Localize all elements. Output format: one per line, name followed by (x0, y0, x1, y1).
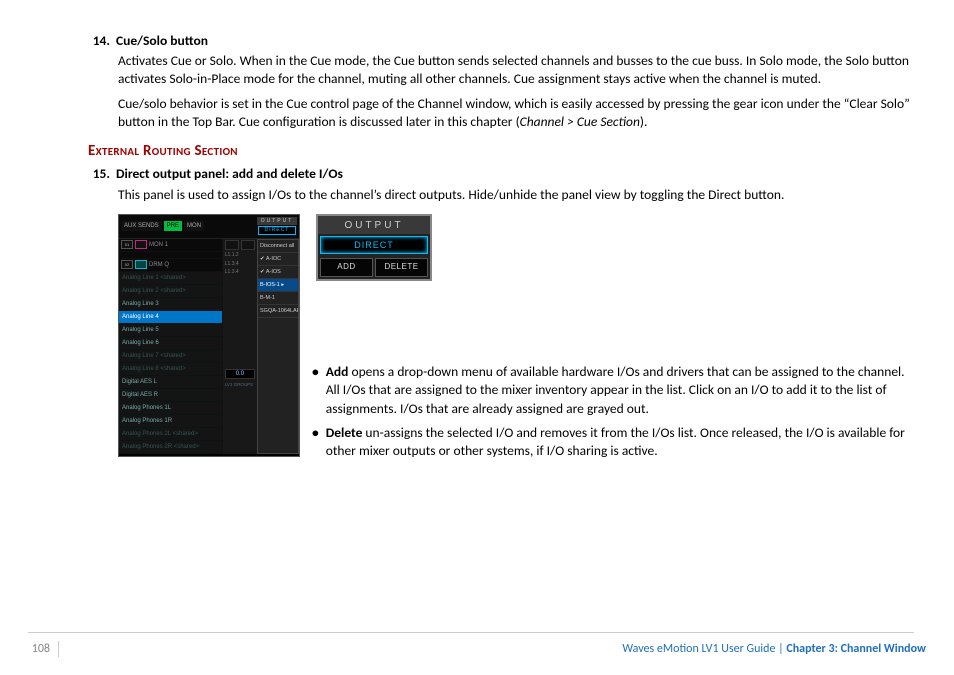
item15-number: 15. (88, 165, 110, 183)
io-dropdown-item[interactable]: Digital AES L (119, 376, 222, 389)
io-dropdown-item[interactable]: Analog Line 1 <shared> (119, 272, 222, 285)
add-button[interactable]: ADD (320, 258, 373, 277)
io-dropdown-item[interactable]: Analog Phones 2R <shared> (119, 441, 222, 454)
direct-button[interactable]: DIRECT (320, 236, 428, 254)
io-dropdown-item[interactable]: Analog Phones 1R (119, 415, 222, 428)
bullet-icon: • (312, 424, 319, 460)
aux-sends-label: AUX SENDS (121, 221, 162, 231)
add-bullet: Add opens a drop-down menu of available … (326, 363, 916, 418)
output-panel-title: OUTPUT (318, 216, 430, 235)
io-dropdown-item[interactable]: Analog Line 4 (119, 311, 222, 324)
io-dropdown-item[interactable]: Digital AES R (119, 389, 222, 402)
io-dropdown-item[interactable]: Analog Line 6 (119, 337, 222, 350)
footer-rule (28, 632, 914, 633)
delete-button[interactable]: DELETE (375, 258, 428, 277)
io-submenu-item[interactable]: B-IOS-1 ▸ (258, 279, 298, 292)
io-dropdown-item[interactable]: Analog Line 5 (119, 324, 222, 337)
io-dropdown[interactable]: Analog Line 1 <shared>Analog Line 2 <sha… (119, 272, 222, 454)
io-dropdown-item[interactable]: Analog Line 2 <shared> (119, 285, 222, 298)
item15-para1: This panel is used to assign I/Os to the… (118, 186, 916, 204)
mon-badge: MON (184, 221, 204, 231)
io-dropdown-item[interactable]: Analog Line 7 <shared> (119, 350, 222, 363)
output-head-small: OUTPUT (257, 217, 297, 225)
footer-guide: Waves eMotion LV1 User Guide | Chapter 3… (622, 641, 926, 657)
io-submenu-item[interactable]: Disconnect all (258, 240, 298, 253)
io-dropdown-item[interactable]: Analog Phones 2L <shared> (119, 428, 222, 441)
delete-bullet: Delete un-assigns the selected I/O and r… (326, 424, 916, 460)
io-submenu-item[interactable]: B-M-1 (258, 292, 298, 305)
io-submenu[interactable]: Disconnect all✔ A-IOC✔ A-IOSB-IOS-1 ▸B-M… (257, 239, 299, 454)
direct-small: DIRECT (258, 226, 296, 235)
io-dropdown-item[interactable]: Analog Line 8 <shared> (119, 363, 222, 376)
pre-badge: PRE (164, 221, 182, 231)
item14-number: 14. (88, 32, 110, 50)
output-panel-screenshot: OUTPUT DIRECT ADD DELETE (316, 214, 432, 281)
io-dropdown-item[interactable]: Analog Phones 1L (119, 402, 222, 415)
bullet-list: • Add opens a drop-down menu of availabl… (312, 363, 916, 460)
io-dropdown-item[interactable]: Analog Line 3 (119, 298, 222, 311)
io-submenu-item[interactable]: ✔ A-IOS (258, 266, 298, 279)
item15-title: Direct output panel: add and delete I/Os (116, 165, 343, 183)
bullet-icon: • (312, 363, 319, 418)
page-number: 108 (28, 641, 59, 657)
item14-para2: Cue/solo behavior is set in the Cue cont… (118, 95, 916, 131)
item14-para1: Activates Cue or Solo. When in the Cue m… (118, 52, 916, 88)
aux-sends-screenshot: AUX SENDS PRE MON OUTPUT DIRECT 01MON 1 (118, 214, 300, 457)
io-submenu-item[interactable]: ✔ A-IOC (258, 253, 298, 266)
io-submenu-item[interactable]: SGQA-1064LAP (258, 305, 298, 318)
external-routing-heading: External Routing Section (88, 141, 916, 161)
item14-title: Cue/Solo button (116, 32, 208, 50)
